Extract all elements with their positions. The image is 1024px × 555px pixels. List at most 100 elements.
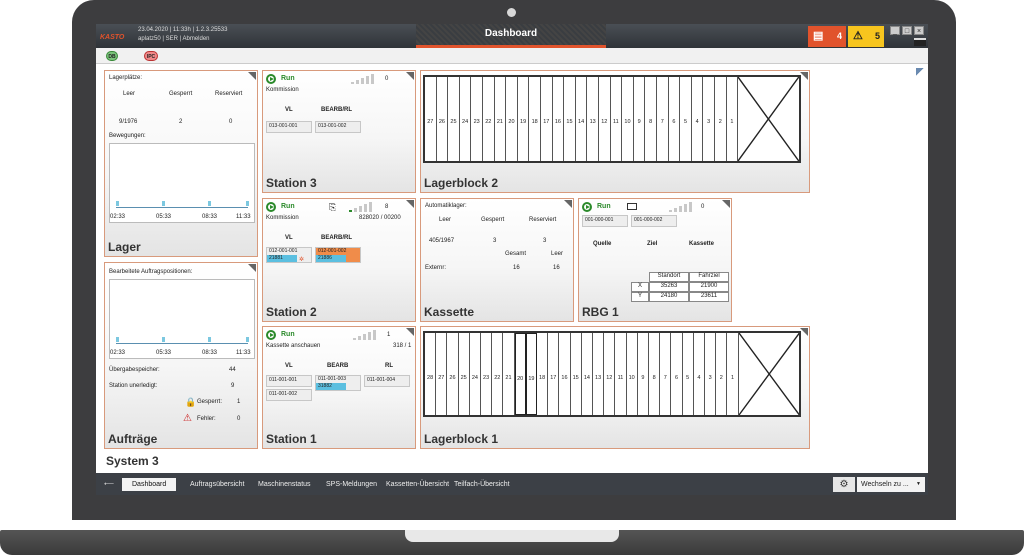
ipc-status-pill[interactable]: IPC [144, 51, 158, 61]
lagerblock2-grid[interactable]: 27 26 25 24 23 22 21 20 19 18 17 16 15 14 13 12 11 10 9 8 7 6… [423, 75, 801, 163]
lager-title: Lager [108, 240, 141, 254]
minimize-icon[interactable]: _ [890, 26, 900, 35]
slot-box[interactable]: 012-001-001 21881 [266, 247, 312, 263]
storage-cell[interactable]: 7 [660, 333, 672, 415]
storage-cell[interactable]: 13 [593, 333, 605, 415]
storage-cell[interactable]: 20 [514, 333, 526, 415]
tab-sps-meldungen[interactable]: SPS-Meldungen [326, 478, 377, 491]
storage-cell[interactable]: 21 [503, 333, 515, 415]
storage-cell[interactable]: 20 [506, 77, 518, 161]
storage-cell[interactable]: 16 [553, 77, 565, 161]
auftraege-panel[interactable]: Bearbeitete Auftragspositionen: 02:33 05… [104, 262, 258, 449]
extern-label: Externr: [425, 265, 447, 271]
printer-icon[interactable] [914, 38, 926, 46]
storage-cell[interactable]: 15 [571, 333, 582, 415]
slot-box[interactable]: 011-001-003 31882 [315, 375, 361, 391]
storage-cell[interactable]: 24 [460, 77, 472, 161]
lagerblock1-panel[interactable]: 28 27 26 25 24 23 22 21 20 19 18 17 16 15 14 13 12 11 10 9 8… [420, 326, 810, 449]
storage-cell[interactable]: 7 [657, 77, 669, 161]
warning-alarm-button[interactable]: ⚠ 5 [848, 26, 884, 47]
storage-cell[interactable]: 6 [669, 77, 681, 161]
storage-cell[interactable]: 27 [425, 77, 437, 161]
storage-cell[interactable]: 22 [492, 333, 504, 415]
scale-icon: ⎘ [329, 202, 337, 212]
storage-cell[interactable]: 25 [448, 77, 460, 161]
storage-cell[interactable]: 23 [471, 77, 483, 161]
station3-panel[interactable]: Run Kommission 0 VL BEARB/RL 013-001-001… [262, 70, 416, 193]
db-status-pill[interactable]: DB [106, 51, 118, 61]
tab-kassetten-uebersicht[interactable]: Kassetten-Übersicht [386, 478, 449, 491]
slot-box[interactable]: 013-001-001 [266, 121, 312, 133]
storage-cell[interactable]: 3 [703, 77, 715, 161]
tab-dashboard[interactable]: Dashboard [122, 478, 177, 491]
storage-cell[interactable]: 12 [599, 77, 611, 161]
storage-cell[interactable]: 27 [436, 333, 448, 415]
storage-cell[interactable]: 3 [705, 333, 717, 415]
storage-cell[interactable]: 4 [692, 77, 704, 161]
tick: 08:33 [202, 350, 218, 356]
close-icon[interactable]: × [914, 26, 924, 35]
storage-cell[interactable]: 1 [727, 77, 739, 161]
storage-cell[interactable]: 8 [645, 77, 657, 161]
storage-cell[interactable]: 4 [694, 333, 705, 415]
storage-cell[interactable]: 18 [537, 333, 549, 415]
storage-cell[interactable]: 1 [727, 333, 739, 415]
storage-cell[interactable]: 15 [564, 77, 576, 161]
station1-panel[interactable]: Run Kassette anschauen 1 318 / 1 VL BEAR… [262, 326, 416, 449]
tab-maschinenstatus[interactable]: Maschinenstatus [258, 478, 311, 491]
storage-cell[interactable]: 26 [447, 333, 459, 415]
storage-cell[interactable]: 8 [649, 333, 661, 415]
lager-panel[interactable]: Lagerplätze: Leer Gesperrt Reserviert 9/… [104, 70, 258, 257]
storage-cell[interactable]: 23 [481, 333, 493, 415]
slot-box[interactable]: 012-001-002 21886 [315, 247, 361, 263]
storage-cell[interactable]: 26 [437, 77, 449, 161]
storage-cell[interactable]: 24 [470, 333, 481, 415]
storage-cell[interactable]: 17 [541, 77, 553, 161]
storage-cell[interactable]: 9 [634, 77, 646, 161]
settings-gear-icon[interactable]: ⚙ [833, 477, 855, 492]
slot-box[interactable]: 011-001-002 [266, 389, 312, 401]
slot-box[interactable]: 013-001-002 [315, 121, 361, 133]
lagerblock1-grid[interactable]: 28 27 26 25 24 23 22 21 20 19 18 17 16 15 14 13 12 11 10 9 8… [423, 331, 801, 417]
kassette-panel[interactable]: Automatiklager: Leer Gesperrt Reserviert… [420, 198, 574, 322]
switch-dropdown[interactable]: Wechseln zu ... ▼ [857, 477, 925, 492]
slot-box[interactable]: 011-001-004 [364, 375, 410, 387]
slot-box[interactable]: 011-001-001 [266, 375, 312, 387]
storage-cell[interactable]: 19 [518, 77, 530, 161]
storage-cell[interactable]: 14 [582, 333, 593, 415]
slot-box[interactable]: 001-000-001 [582, 215, 628, 227]
back-arrow-icon[interactable]: ⟵ [104, 478, 114, 491]
storage-cell[interactable]: 6 [671, 333, 683, 415]
error-alarm-button[interactable]: ▤ 4 [808, 26, 846, 47]
tick: 05:33 [156, 350, 172, 356]
storage-cell[interactable]: 18 [529, 77, 541, 161]
storage-cell[interactable]: 2 [716, 333, 728, 415]
tab-teilfach-uebersicht[interactable]: Teilfach-Übersicht [454, 478, 510, 491]
storage-cell[interactable]: 28 [425, 333, 437, 415]
tab-auftragsuebersicht[interactable]: Auftragsübersicht [190, 478, 244, 491]
system-title: System 3 [106, 454, 159, 468]
storage-cell[interactable]: 12 [604, 333, 616, 415]
storage-cell[interactable]: 10 [627, 333, 638, 415]
lagerblock2-panel[interactable]: 27 26 25 24 23 22 21 20 19 18 17 16 15 14 13 12 11 10 9 8 7 6… [420, 70, 810, 193]
storage-cell[interactable]: 5 [680, 77, 692, 161]
storage-cell[interactable]: 13 [587, 77, 599, 161]
storage-cell[interactable]: 9 [638, 333, 649, 415]
slot-box[interactable]: 001-000-002 [631, 215, 677, 227]
storage-cell[interactable]: 21 [495, 77, 507, 161]
storage-cell[interactable]: 5 [683, 333, 694, 415]
storage-cell[interactable]: 11 [615, 333, 627, 415]
rbg1-panel[interactable]: Run 0 001-000-001 001-000-002 Quelle Zie… [578, 198, 732, 322]
storage-cell[interactable]: 11 [611, 77, 623, 161]
storage-cell[interactable]: 25 [459, 333, 470, 415]
storage-cell[interactable]: 2 [715, 77, 727, 161]
storage-cell[interactable]: 14 [576, 77, 588, 161]
storage-cell[interactable]: 19 [525, 333, 537, 415]
storage-cell[interactable]: 17 [548, 333, 560, 415]
storage-cell[interactable]: 22 [483, 77, 495, 161]
storage-cell[interactable]: 10 [622, 77, 634, 161]
station2-panel[interactable]: Run Kommission ⎘ 8 828020 / 00200 VL BEA… [262, 198, 416, 322]
user-info[interactable]: aplatz50 | SER | Abmelden [138, 35, 227, 44]
maximize-icon[interactable]: □ [902, 26, 912, 35]
storage-cell[interactable]: 16 [559, 333, 571, 415]
